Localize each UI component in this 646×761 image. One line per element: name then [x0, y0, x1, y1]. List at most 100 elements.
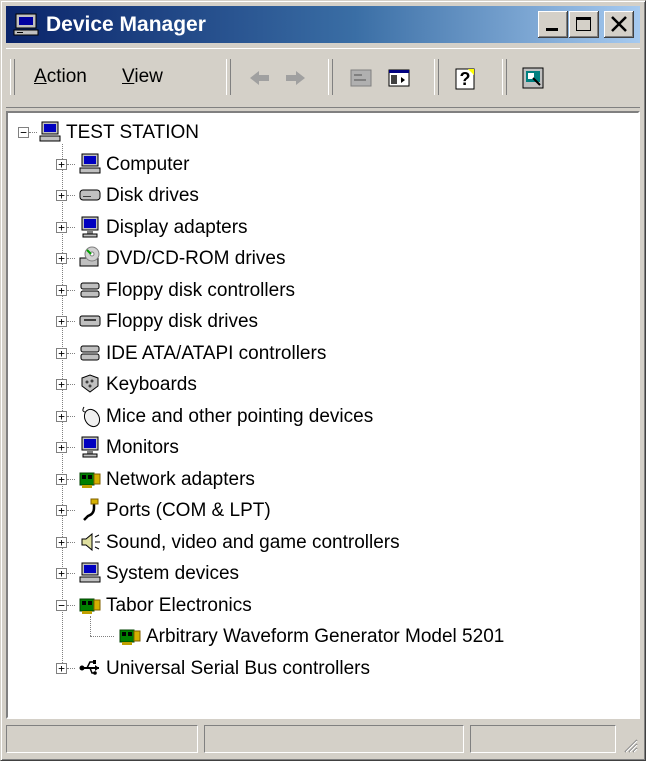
toolbar-grip[interactable]: [226, 59, 231, 95]
tree-item-label: System devices: [106, 563, 240, 584]
expand-toggle[interactable]: +: [56, 472, 67, 486]
expand-toggle[interactable]: +: [56, 316, 67, 327]
collapse-toggle[interactable]: −: [18, 127, 29, 138]
network-card-icon: [119, 629, 141, 645]
expand-toggle[interactable]: +: [56, 253, 67, 264]
status-bar: [6, 723, 640, 755]
scan-hardware-button[interactable]: [516, 61, 550, 95]
tree-item-label: Mice and other pointing devices: [106, 405, 374, 427]
tree-item-label: Keyboards: [106, 374, 197, 395]
plus-icon: +: [58, 535, 65, 549]
view-menu[interactable]: View: [116, 63, 169, 91]
cdrom-icon: [79, 246, 100, 267]
tree-item-label: Sound, video and game controllers: [106, 531, 400, 553]
back-arrow-icon: [250, 71, 269, 85]
tree-item-label: DVD/CD-ROM drives: [106, 248, 286, 269]
tree-item-label: Floppy disk controllers: [106, 279, 296, 301]
show-hide-tree-button[interactable]: [382, 61, 416, 95]
plus-icon: +: [58, 504, 65, 517]
computer-icon: [79, 153, 101, 173]
toolbar-grip[interactable]: [328, 59, 333, 95]
controller-icon: [80, 282, 100, 297]
toolbar-grip[interactable]: [502, 59, 507, 95]
minus-icon: −: [58, 598, 65, 612]
device-tree[interactable]: − TEST STATION + Computer + Disk drives + Displ…: [6, 111, 640, 719]
close-button[interactable]: [604, 11, 634, 38]
computer-icon: [79, 562, 101, 583]
title-bar[interactable]: Device Manager: [6, 6, 640, 43]
action-menu-label: ction: [46, 66, 87, 87]
expand-toggle[interactable]: +: [56, 568, 67, 579]
menu-toolbar: Action View ?: [6, 48, 640, 108]
floppy-drive-icon: [79, 315, 101, 327]
expand-toggle[interactable]: +: [56, 409, 67, 423]
usb-icon: [79, 659, 99, 675]
tree-item-label: Universal Serial Bus controllers: [106, 657, 370, 679]
help-button[interactable]: ?: [448, 61, 482, 95]
minimize-button[interactable]: [538, 11, 568, 38]
toolbar-grip[interactable]: [434, 59, 439, 95]
plus-icon: +: [58, 157, 65, 171]
action-menu[interactable]: Action: [28, 63, 93, 91]
disk-drive-icon: [79, 189, 101, 201]
expand-toggle[interactable]: +: [56, 442, 67, 453]
expand-toggle[interactable]: +: [56, 379, 67, 390]
plus-icon: +: [58, 220, 65, 234]
expand-toggle[interactable]: +: [56, 662, 67, 674]
properties-button[interactable]: [344, 61, 378, 95]
device-manager-icon: [13, 13, 39, 36]
minimize-icon: [546, 28, 558, 31]
tree-item-label: Floppy disk drives: [106, 311, 259, 332]
display-adapter-icon: [81, 216, 99, 237]
expand-toggle[interactable]: +: [56, 283, 67, 297]
tree-root-label: TEST STATION: [66, 122, 200, 143]
maximize-icon: [576, 17, 591, 31]
plus-icon: +: [58, 252, 65, 265]
properties-icon: [350, 69, 372, 87]
resize-grip-icon[interactable]: [622, 737, 638, 753]
expand-toggle[interactable]: +: [56, 346, 67, 360]
expand-toggle[interactable]: +: [56, 190, 67, 201]
tree-item-label: Monitors: [106, 437, 179, 458]
close-icon: [611, 16, 627, 32]
forward-button[interactable]: [278, 61, 312, 95]
tree-item-label: Disk drives: [106, 185, 199, 206]
status-panel: [204, 725, 464, 753]
keyboard-icon: [81, 374, 99, 393]
collapse-toggle[interactable]: −: [56, 598, 67, 612]
plus-icon: +: [58, 409, 65, 423]
toolbar-grip[interactable]: [10, 59, 15, 95]
computer-icon: [39, 121, 61, 142]
window-title: Device Manager: [46, 13, 206, 36]
plus-icon: +: [58, 346, 65, 360]
plus-icon: +: [58, 441, 65, 454]
tree-item-label: Computer: [106, 153, 190, 175]
maximize-button[interactable]: [569, 11, 599, 38]
expand-toggle[interactable]: +: [56, 157, 67, 171]
svg-text:?: ?: [460, 69, 471, 89]
network-card-icon: [79, 472, 101, 488]
mouse-icon: [82, 406, 101, 427]
tree-child-label: Arbitrary Waveform Generator Model 5201: [146, 626, 505, 647]
expand-toggle[interactable]: +: [56, 535, 67, 549]
scan-hardware-icon: [522, 67, 544, 89]
port-icon: [83, 498, 99, 521]
expand-toggle[interactable]: +: [56, 505, 67, 516]
device-manager-window: Device Manager Action View ? − TEST STAT…: [0, 0, 646, 761]
plus-icon: +: [58, 472, 65, 486]
minus-icon: −: [20, 126, 27, 139]
action-menu-accelerator: A: [34, 66, 47, 87]
help-icon: ?: [455, 68, 475, 90]
expand-toggle[interactable]: +: [56, 220, 67, 234]
show-hide-console-tree-icon: [388, 69, 410, 87]
monitor-icon: [81, 436, 99, 458]
tree-item-label: Tabor Electronics: [106, 594, 252, 616]
plus-icon: +: [58, 283, 65, 297]
plus-icon: +: [58, 378, 65, 391]
status-panel: [470, 725, 616, 753]
view-menu-accelerator: V: [122, 66, 135, 87]
tree-item-label: Network adapters: [106, 468, 255, 490]
plus-icon: +: [58, 315, 65, 328]
tree-item-label: Ports (COM & LPT): [106, 500, 271, 521]
back-button[interactable]: [242, 61, 276, 95]
